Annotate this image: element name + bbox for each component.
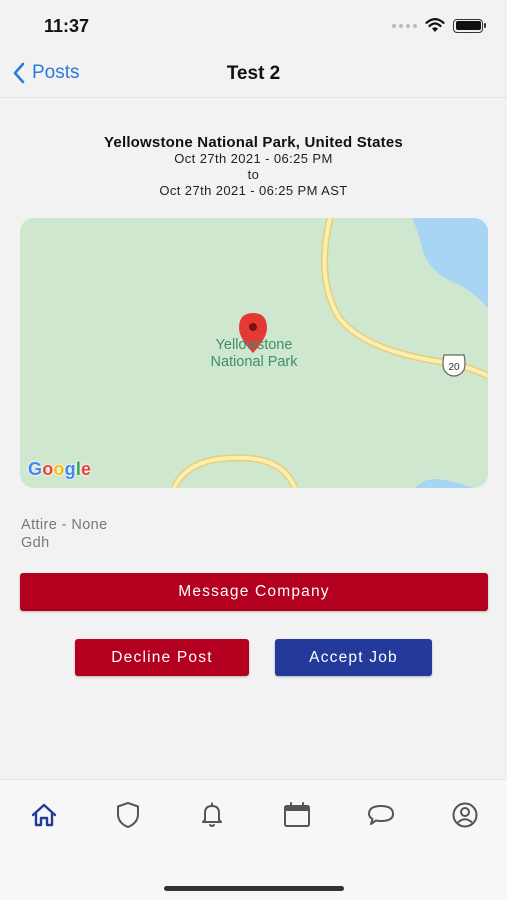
tab-shield[interactable] (111, 798, 145, 832)
tab-messages[interactable] (364, 798, 398, 832)
signal-icon (392, 23, 417, 28)
event-start: Oct 27th 2021 - 06:25 PM (174, 151, 333, 166)
event-end: Oct 27th 2021 - 06:25 PM AST (159, 183, 348, 198)
tab-calendar[interactable] (280, 798, 314, 832)
event-location: Yellowstone National Park, United States (104, 134, 403, 151)
tab-profile[interactable] (448, 798, 482, 832)
attire-text: Attire - None (21, 517, 108, 533)
map-place-label-line2: National Park (210, 354, 298, 370)
tab-notifications[interactable] (195, 798, 229, 832)
bell-icon (202, 802, 222, 827)
post-details: Attire - None Gdh (21, 516, 108, 552)
map-place-label-line1: Yellowstone (215, 337, 293, 353)
wifi-icon (425, 18, 445, 32)
decline-post-button[interactable]: Decline Post (75, 639, 249, 676)
battery-icon (453, 18, 486, 33)
note-text: Gdh (21, 535, 50, 551)
accept-job-button[interactable]: Accept Job (275, 639, 432, 676)
event-to: to (247, 167, 260, 182)
profile-icon (452, 802, 478, 828)
home-indicator[interactable] (164, 886, 344, 891)
map-view[interactable]: 20 Yellowstone National Park Google (20, 218, 488, 488)
status-time: 11:37 (44, 16, 90, 36)
route-shield-label: 20 (448, 362, 460, 373)
google-logo: Google (28, 459, 92, 479)
status-icons (392, 18, 486, 33)
message-company-button[interactable]: Message Company (20, 573, 488, 611)
shield-icon (117, 802, 139, 828)
page-title: Test 2 (226, 63, 281, 84)
status-bar: 11:37 (0, 0, 507, 50)
route-shield: 20 (442, 354, 466, 377)
chat-icon (368, 805, 394, 825)
tab-bar (0, 779, 507, 900)
map-place-label: Yellowstone National Park (184, 337, 324, 371)
home-icon (31, 803, 57, 827)
tab-home[interactable] (27, 798, 61, 832)
nav-bar: Posts Test 2 (0, 50, 507, 98)
event-header: Yellowstone National Park, United States… (0, 134, 507, 199)
calendar-icon (284, 802, 310, 827)
